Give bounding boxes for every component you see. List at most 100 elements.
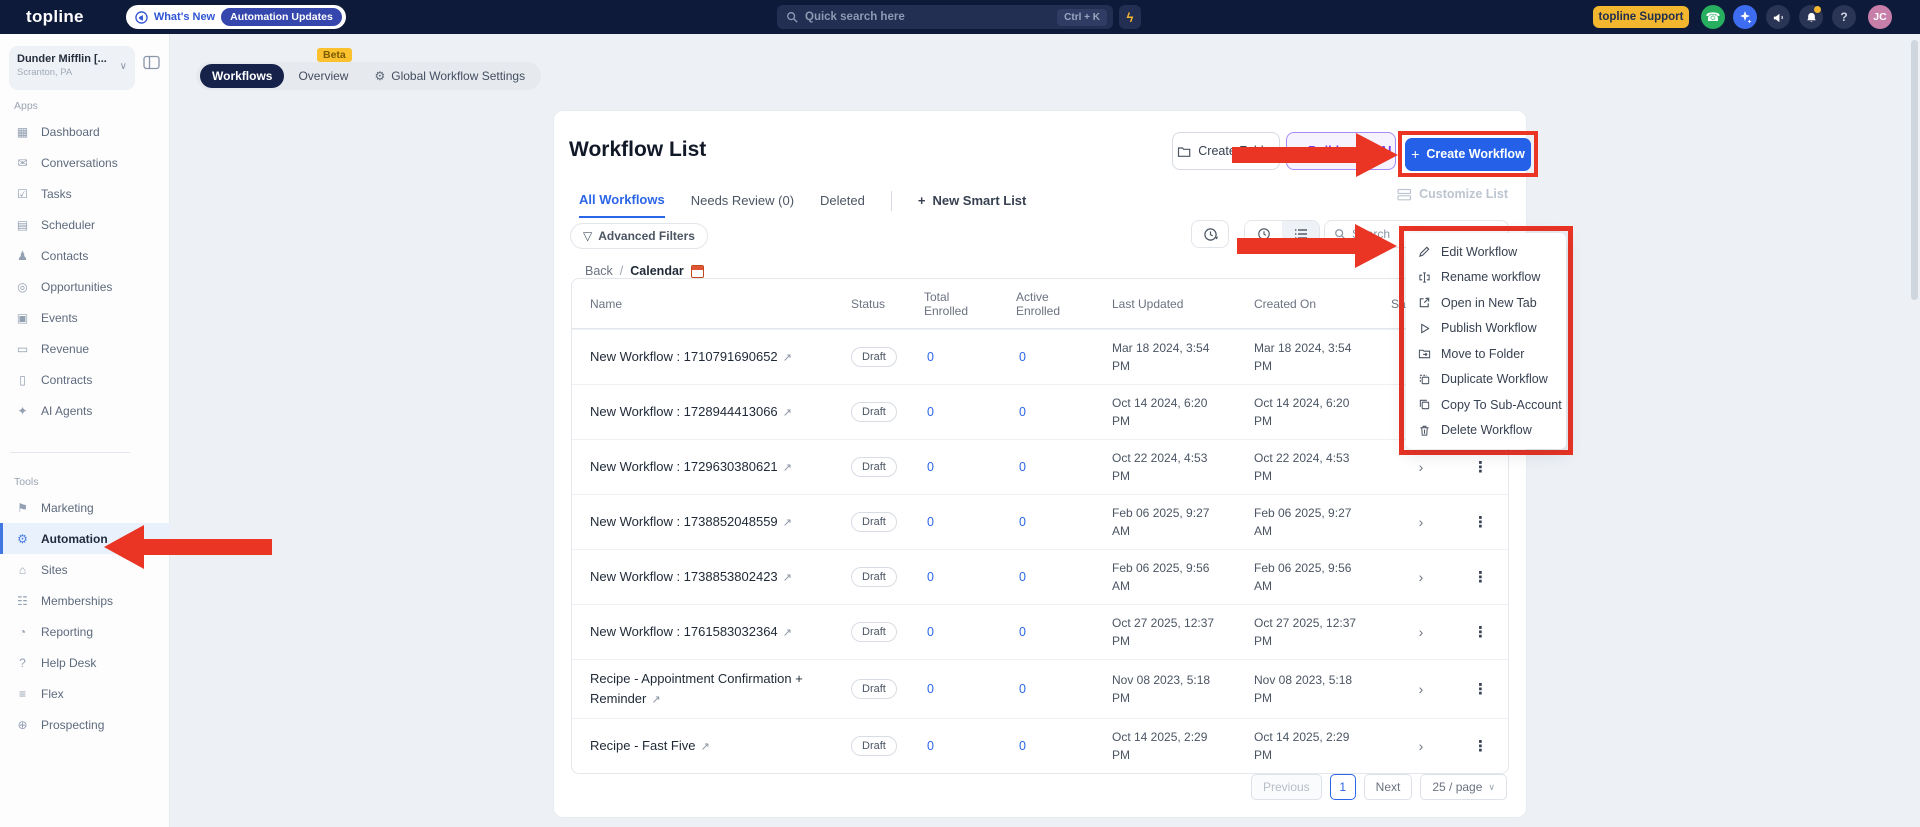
row-expand-chevron[interactable]: › bbox=[1391, 624, 1451, 640]
sidebar-item-dashboard[interactable]: ▦ Dashboard bbox=[0, 116, 170, 147]
sidebar-item-prospecting[interactable]: ⊕ Prospecting bbox=[0, 709, 170, 740]
account-switcher[interactable]: Dunder Mifflin [... Scranton, PA ∨ bbox=[9, 46, 135, 90]
menu-item-delete-workflow[interactable]: Delete Workflow bbox=[1406, 418, 1566, 444]
external-link-icon[interactable]: ↗ bbox=[783, 462, 792, 474]
row-kebab-menu-button[interactable]: ⋮ bbox=[1451, 623, 1509, 641]
notifications-button[interactable] bbox=[1799, 5, 1823, 29]
sidebar-item-help-desk[interactable]: ? Help Desk bbox=[0, 647, 170, 678]
row-expand-chevron[interactable]: › bbox=[1391, 514, 1451, 530]
row-expand-chevron[interactable]: › bbox=[1391, 459, 1451, 475]
ai-assistant-button[interactable] bbox=[1733, 5, 1757, 29]
external-link-icon[interactable]: ↗ bbox=[783, 627, 792, 639]
sidebar-item-tasks[interactable]: ☑ Tasks bbox=[0, 178, 170, 209]
enrollment-history-button[interactable] bbox=[1191, 220, 1229, 248]
sidebar-item-sites[interactable]: ⌂ Sites bbox=[0, 554, 170, 585]
menu-item-copy-to-subaccount[interactable]: Copy To Sub-Account bbox=[1406, 392, 1566, 418]
total-enrolled-link[interactable]: 0 bbox=[924, 405, 1016, 419]
active-enrolled-link[interactable]: 0 bbox=[1016, 405, 1112, 419]
sidebar-item-contracts[interactable]: ▯ Contracts bbox=[0, 364, 170, 395]
user-avatar[interactable]: JC bbox=[1868, 5, 1892, 29]
sidebar-item-marketing[interactable]: ⚑ Marketing bbox=[0, 492, 170, 523]
sidebar-item-reporting[interactable]: ◔ Reporting bbox=[0, 616, 170, 647]
row-kebab-menu-button[interactable]: ⋮ bbox=[1451, 458, 1509, 476]
tab-global-workflow-settings[interactable]: ⚙ Global Workflow Settings bbox=[362, 64, 537, 88]
row-kebab-menu-button[interactable]: ⋮ bbox=[1451, 568, 1509, 586]
workflow-name-cell[interactable]: New Workflow : 1761583032364↗ bbox=[572, 613, 851, 651]
active-enrolled-link[interactable]: 0 bbox=[1016, 515, 1112, 529]
tab-workflows[interactable]: Workflows bbox=[200, 64, 284, 88]
workflow-name-cell[interactable]: New Workflow : 1728944413066↗ bbox=[572, 393, 851, 431]
previous-page-button[interactable]: Previous bbox=[1251, 774, 1322, 800]
workflow-name-cell[interactable]: Recipe - Appointment Confirmation + Remi… bbox=[572, 660, 851, 718]
active-enrolled-link[interactable]: 0 bbox=[1016, 350, 1112, 364]
sidebar-item-scheduler[interactable]: ▤ Scheduler bbox=[0, 209, 170, 240]
collapse-sidebar-button[interactable] bbox=[143, 55, 160, 70]
sidebar-item-opportunities[interactable]: ◎ Opportunities bbox=[0, 271, 170, 302]
page-size-select[interactable]: 25 / page ∨ bbox=[1420, 774, 1507, 800]
advanced-filters-button[interactable]: ▽ Advanced Filters bbox=[570, 223, 708, 249]
active-enrolled-link[interactable]: 0 bbox=[1016, 739, 1112, 753]
active-enrolled-link[interactable]: 0 bbox=[1016, 682, 1112, 696]
menu-item-edit-workflow[interactable]: Edit Workflow bbox=[1406, 239, 1566, 265]
create-workflow-button[interactable]: + Create Workflow bbox=[1405, 138, 1531, 171]
quick-search-box[interactable]: Ctrl + K bbox=[777, 5, 1113, 29]
total-enrolled-link[interactable]: 0 bbox=[924, 625, 1016, 639]
external-link-icon[interactable]: ↗ bbox=[783, 352, 792, 364]
external-link-icon[interactable]: ↗ bbox=[783, 572, 792, 584]
help-button[interactable]: ? bbox=[1832, 5, 1856, 29]
total-enrolled-link[interactable]: 0 bbox=[924, 682, 1016, 696]
row-expand-chevron[interactable]: › bbox=[1391, 738, 1451, 754]
total-enrolled-link[interactable]: 0 bbox=[924, 739, 1016, 753]
row-expand-chevron[interactable]: › bbox=[1391, 569, 1451, 585]
tab-deleted[interactable]: Deleted bbox=[820, 193, 865, 217]
sidebar-item-events[interactable]: ▣ Events bbox=[0, 302, 170, 333]
new-smart-list-button[interactable]: + New Smart List bbox=[918, 193, 1027, 217]
total-enrolled-link[interactable]: 0 bbox=[924, 350, 1016, 364]
next-page-button[interactable]: Next bbox=[1364, 774, 1413, 800]
sidebar-item-contacts[interactable]: ♟ Contacts bbox=[0, 240, 170, 271]
external-link-icon[interactable]: ↗ bbox=[783, 517, 792, 529]
active-enrolled-link[interactable]: 0 bbox=[1016, 625, 1112, 639]
sidebar-item-conversations[interactable]: ✉ Conversations bbox=[0, 147, 170, 178]
quick-actions-bolt-button[interactable]: ϟ bbox=[1119, 5, 1141, 29]
workflow-name-cell[interactable]: New Workflow : 1710791690652↗ bbox=[572, 338, 851, 376]
tab-all-workflows[interactable]: All Workflows bbox=[579, 192, 665, 218]
scrollbar-thumb[interactable] bbox=[1911, 40, 1918, 300]
support-button[interactable]: topline Support bbox=[1593, 6, 1689, 28]
sidebar-item-flex[interactable]: ≡ Flex bbox=[0, 678, 170, 709]
breadcrumb-back[interactable]: Back bbox=[585, 264, 613, 278]
sidebar-item-ai-agents[interactable]: ✦ AI Agents bbox=[0, 395, 170, 426]
external-link-icon[interactable]: ↗ bbox=[700, 741, 709, 753]
menu-item-move-to-folder[interactable]: Move to Folder bbox=[1406, 341, 1566, 367]
row-kebab-menu-button[interactable]: ⋮ bbox=[1451, 680, 1509, 698]
quick-search-input[interactable] bbox=[805, 11, 1057, 23]
announcements-button[interactable] bbox=[1766, 5, 1790, 29]
total-enrolled-link[interactable]: 0 bbox=[924, 460, 1016, 474]
workflow-name-cell[interactable]: New Workflow : 1729630380621↗ bbox=[572, 448, 851, 486]
row-kebab-menu-button[interactable]: ⋮ bbox=[1451, 737, 1509, 755]
page-number-button[interactable]: 1 bbox=[1330, 774, 1356, 800]
external-link-icon[interactable]: ↗ bbox=[783, 407, 792, 419]
workflow-name-cell[interactable]: Recipe - Fast Five↗ bbox=[572, 727, 851, 765]
total-enrolled-link[interactable]: 0 bbox=[924, 570, 1016, 584]
tab-needs-review[interactable]: Needs Review (0) bbox=[691, 193, 794, 217]
menu-item-duplicate-workflow[interactable]: Duplicate Workflow bbox=[1406, 367, 1566, 393]
workflow-name-cell[interactable]: New Workflow : 1738853802423↗ bbox=[572, 558, 851, 596]
sidebar-item-memberships[interactable]: ☷ Memberships bbox=[0, 585, 170, 616]
phone-button[interactable]: ☎ bbox=[1701, 5, 1725, 29]
total-enrolled-link[interactable]: 0 bbox=[924, 515, 1016, 529]
row-kebab-menu-button[interactable]: ⋮ bbox=[1451, 513, 1509, 531]
row-expand-chevron[interactable]: › bbox=[1391, 681, 1451, 697]
active-enrolled-link[interactable]: 0 bbox=[1016, 570, 1112, 584]
menu-item-rename-workflow[interactable]: Rename workflow bbox=[1406, 265, 1566, 291]
customize-list-button[interactable]: Customize List bbox=[1397, 187, 1508, 201]
workflow-name-cell[interactable]: New Workflow : 1738852048559↗ bbox=[572, 503, 851, 541]
external-link-icon[interactable]: ↗ bbox=[651, 694, 660, 706]
sidebar-item-revenue[interactable]: ▭ Revenue bbox=[0, 333, 170, 364]
whats-new-button[interactable]: What's New Automation Updates bbox=[126, 5, 346, 29]
active-enrolled-link[interactable]: 0 bbox=[1016, 460, 1112, 474]
menu-item-publish-workflow[interactable]: Publish Workflow bbox=[1406, 316, 1566, 342]
tab-overview[interactable]: Overview bbox=[286, 64, 360, 88]
menu-item-open-new-tab[interactable]: Open in New Tab bbox=[1406, 290, 1566, 316]
page-scrollbar[interactable] bbox=[1911, 40, 1918, 820]
